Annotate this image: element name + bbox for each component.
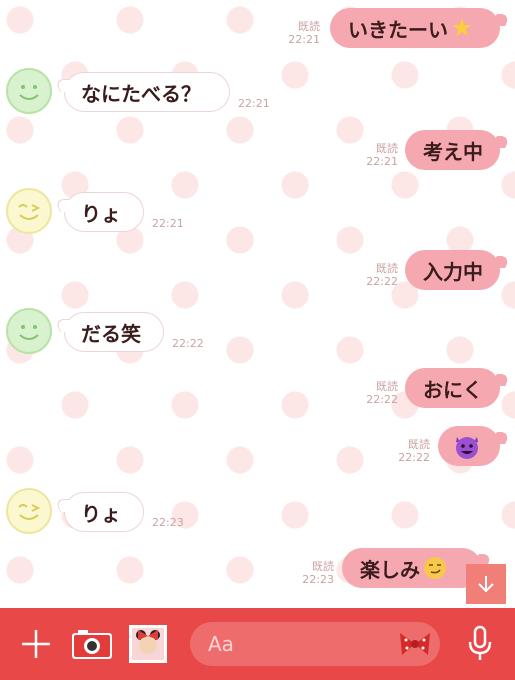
message-time: 22:21 [366,155,398,168]
message-text: 楽しみ [360,557,420,582]
read-receipt: 既読 [376,142,398,155]
outgoing-bubble[interactable]: おにく [405,368,500,408]
green-smile-avatar[interactable] [6,68,52,114]
input-placeholder: Aa [208,632,234,656]
chat-area: 既読 22:21 いきたーい なにたべる？ 22:21 既読 22:21 考え中 [0,0,515,608]
message-meta: 22:22 [172,337,204,350]
arrow-down-icon [478,576,494,593]
message-meta: 22:23 [152,516,184,529]
read-receipt: 既読 [408,438,430,451]
yellow-wink-avatar[interactable] [6,188,52,234]
message-meta: 22:21 [152,217,184,230]
message-time: 22:22 [366,393,398,406]
incoming-bubble[interactable]: なにたべる？ [64,72,230,112]
message-text: 入力中 [423,259,483,284]
incoming-bubble[interactable]: りょ [64,192,144,232]
star-emoji [452,18,472,37]
smirk-emoji [424,557,446,579]
message-text: 考え中 [423,139,483,164]
outgoing-bubble[interactable]: 考え中 [405,130,500,170]
message-time: 22:21 [238,97,270,110]
camera-button[interactable] [70,626,114,662]
message-meta: 既読 22:22 [358,380,398,406]
read-receipt: 既読 [376,380,398,393]
message-meta: 22:21 [238,97,270,110]
photo-icon [129,625,167,663]
message-time: 22:23 [152,516,184,529]
scroll-to-bottom-button[interactable] [466,564,506,604]
outgoing-bubble[interactable]: いきたーい [330,8,500,48]
message-meta: 既読 22:22 [392,438,430,464]
message-meta: 既読 22:22 [358,262,398,288]
message-time: 22:23 [302,573,334,586]
message-text: おにく [423,377,483,402]
message-text: だる笑 [81,321,141,346]
outgoing-bubble[interactable]: 楽しみ [342,548,482,588]
read-receipt: 既読 [376,262,398,275]
message-text: りょ [81,501,121,526]
incoming-bubble[interactable]: だる笑 [64,312,164,352]
message-input[interactable]: Aa [190,622,440,666]
sticker-button[interactable] [398,630,432,658]
input-toolbar: Aa [0,608,515,680]
message-time: 22:21 [288,33,320,46]
message-time: 22:21 [152,217,184,230]
message-text: いきたーい [348,17,448,42]
photo-button[interactable] [128,624,168,664]
message-text: なにたべる？ [81,81,201,106]
yellow-wink-avatar[interactable] [6,488,52,534]
outgoing-bubble[interactable] [438,426,500,466]
add-button[interactable] [16,624,56,664]
smiling-devil-emoji [452,431,482,461]
read-receipt: 既読 [312,560,334,573]
microphone-icon [468,625,492,660]
message-time: 22:22 [172,337,204,350]
microphone-button[interactable] [460,624,500,664]
message-meta: 既読 22:21 [358,142,398,168]
message-meta: 既読 22:23 [294,560,334,586]
plus-icon [22,630,50,658]
green-smile-avatar[interactable] [6,308,52,354]
outgoing-bubble[interactable]: 入力中 [405,250,500,290]
incoming-bubble[interactable]: りょ [64,492,144,532]
message-time: 22:22 [366,275,398,288]
read-receipt: 既読 [298,20,320,33]
message-time: 22:22 [398,451,430,464]
camera-icon [72,630,112,659]
message-meta: 既読 22:21 [280,20,320,46]
bow-sticker-icon [400,633,430,655]
message-text: りょ [81,201,121,226]
